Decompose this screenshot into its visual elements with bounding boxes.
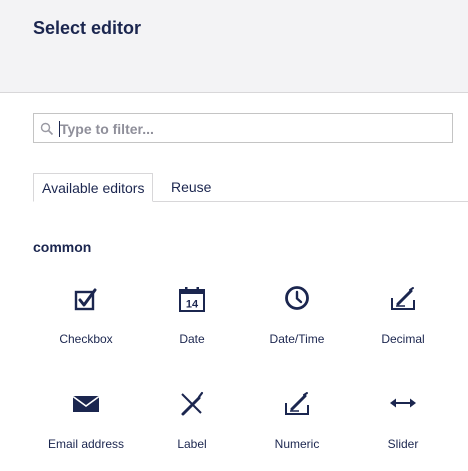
- tab-reuse[interactable]: Reuse: [163, 173, 219, 202]
- edit-icon: [284, 391, 310, 417]
- editor-label: Label: [177, 437, 207, 451]
- editor-checkbox[interactable]: Checkbox: [33, 286, 139, 366]
- editor-date-time[interactable]: Date/Time: [244, 286, 350, 366]
- page-title: Select editor: [33, 18, 142, 38]
- filter-input[interactable]: [60, 118, 440, 139]
- editor-label: Email address: [47, 437, 125, 451]
- search-icon: [40, 122, 54, 136]
- editor-label: Date: [179, 332, 205, 346]
- dialog-header: Select editor: [0, 0, 468, 93]
- editor-numeric[interactable]: Numeric: [244, 391, 350, 471]
- tab-available-editors[interactable]: Available editors: [33, 173, 154, 202]
- arrows-horizontal-icon: [390, 391, 416, 417]
- checkbox-icon: [73, 286, 99, 312]
- editor-label: Checkbox: [59, 332, 113, 346]
- editor-email-address[interactable]: Email address: [33, 391, 139, 471]
- editor-label: Decimal: [381, 332, 425, 346]
- calendar-day-text: 14: [186, 299, 199, 311]
- editor-date[interactable]: 14 Date: [139, 286, 245, 366]
- filter-field[interactable]: [33, 113, 453, 143]
- editor-slider[interactable]: Slider: [350, 391, 456, 471]
- clock-icon: [284, 286, 310, 312]
- pencil-cross-icon: [179, 391, 205, 417]
- group-title: common: [33, 239, 92, 255]
- editor-label-type[interactable]: Label: [139, 391, 245, 471]
- editor-label: Slider: [387, 437, 419, 451]
- editor-decimal[interactable]: Decimal: [350, 286, 456, 366]
- calendar-icon: 14: [179, 286, 205, 312]
- envelope-icon: [73, 391, 99, 417]
- editor-label: Date/Time: [269, 332, 325, 346]
- editor-label: Numeric: [274, 437, 320, 451]
- edit-icon: [390, 286, 416, 312]
